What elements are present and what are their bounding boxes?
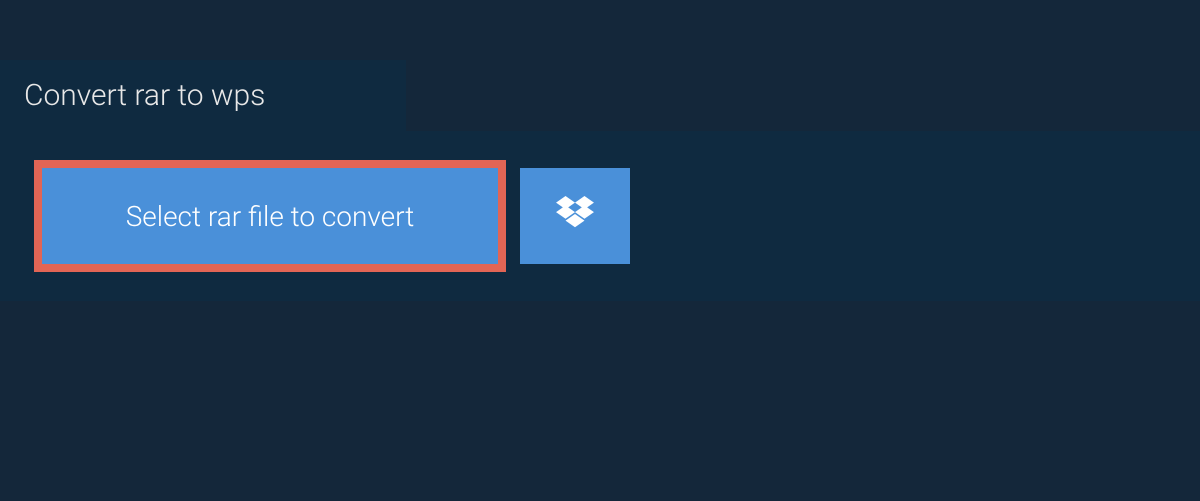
top-spacer (0, 0, 1200, 60)
tab-label: Convert rar to wps (24, 78, 265, 113)
lower-area (0, 301, 1200, 501)
converter-panel: Select rar file to convert (0, 131, 1200, 301)
select-file-button[interactable]: Select rar file to convert (34, 160, 506, 272)
dropbox-icon (556, 196, 594, 236)
tab-bar: Convert rar to wps (0, 60, 1200, 131)
select-file-label: Select rar file to convert (126, 200, 415, 233)
dropbox-button[interactable] (520, 168, 630, 264)
tab-convert[interactable]: Convert rar to wps (0, 60, 406, 131)
